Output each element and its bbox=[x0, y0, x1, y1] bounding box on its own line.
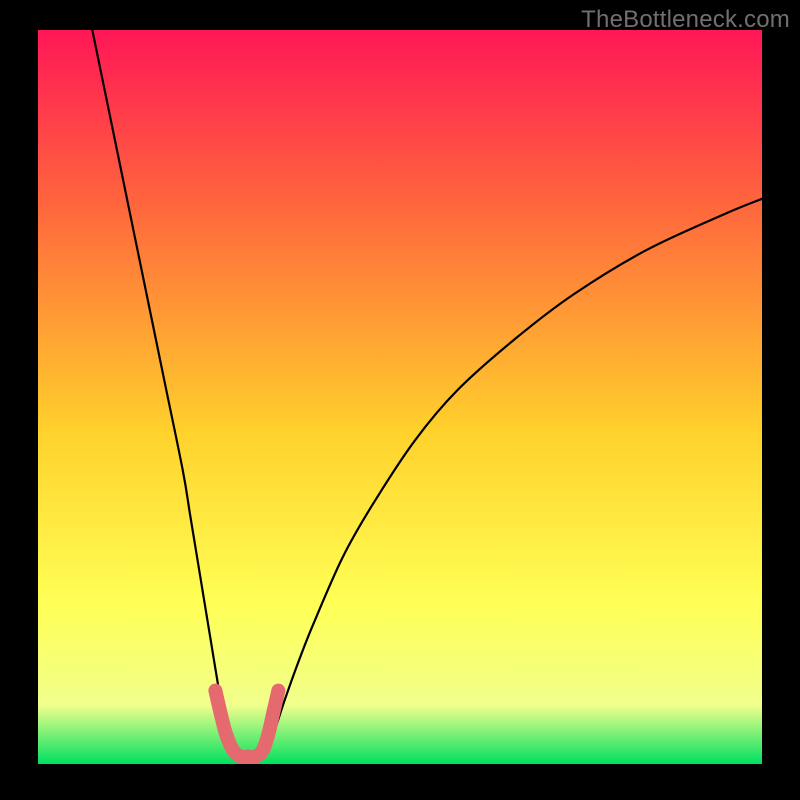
chart-svg bbox=[0, 0, 800, 800]
watermark-text: TheBottleneck.com bbox=[581, 6, 790, 34]
plot-background bbox=[38, 30, 762, 764]
chart-canvas: TheBottleneck.com bbox=[0, 0, 800, 800]
